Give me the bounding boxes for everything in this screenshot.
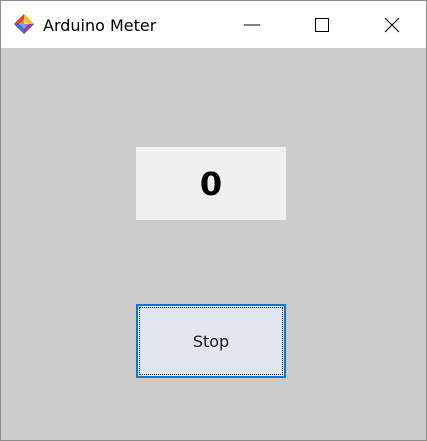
- minimize-button[interactable]: [217, 1, 287, 48]
- app-icon: [13, 13, 35, 35]
- app-window: Arduino Meter 0 Stop: [0, 0, 427, 441]
- maximize-button[interactable]: [287, 1, 357, 48]
- client-area: 0 Stop: [1, 48, 426, 440]
- window-title: Arduino Meter: [43, 16, 157, 35]
- close-button[interactable]: [357, 1, 426, 48]
- meter-value: 0: [199, 164, 223, 203]
- stop-button-label: Stop: [192, 331, 230, 351]
- close-icon: [384, 17, 400, 33]
- maximize-icon: [315, 18, 329, 32]
- minimize-icon: [244, 24, 260, 26]
- meter-display: 0: [136, 147, 286, 220]
- title-bar[interactable]: Arduino Meter: [1, 1, 426, 48]
- stop-button[interactable]: Stop: [136, 304, 286, 378]
